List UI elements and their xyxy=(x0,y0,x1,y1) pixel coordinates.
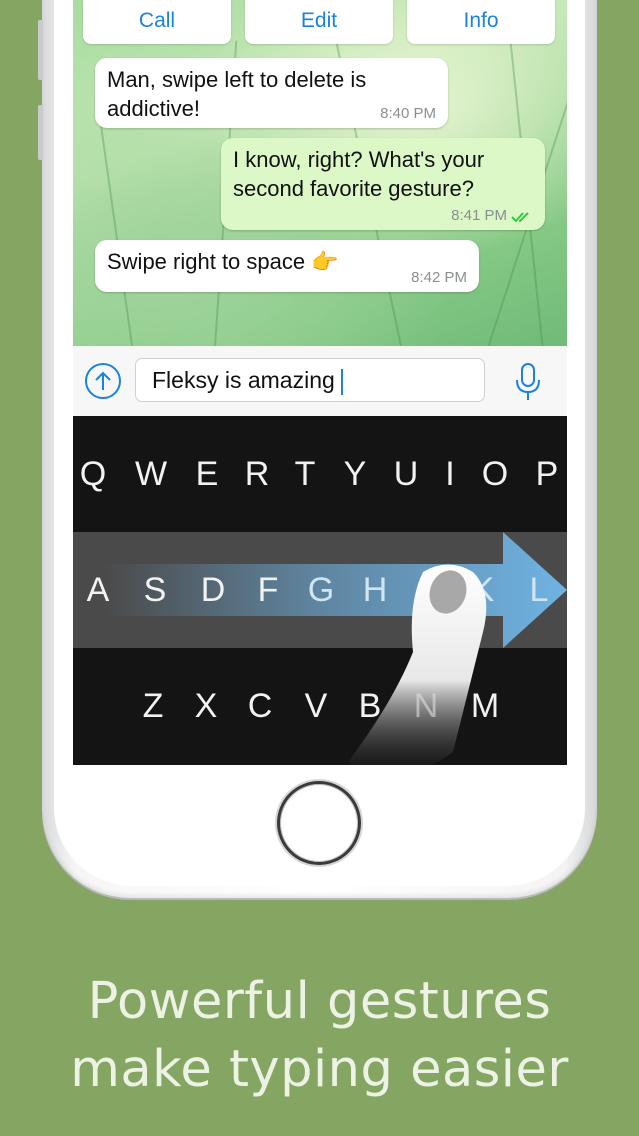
message-input[interactable]: Fleksy is amazing xyxy=(135,358,485,402)
message-text: Man, swipe left to delete is xyxy=(107,67,367,92)
key-d[interactable]: D xyxy=(193,532,233,648)
text-caret xyxy=(340,368,343,395)
info-button[interactable]: Info xyxy=(407,0,555,44)
keyboard-row-3: Z X C V B N M xyxy=(73,648,567,764)
double-check-icon xyxy=(511,212,529,223)
grass-decoration xyxy=(96,102,135,346)
key-b[interactable]: B xyxy=(350,648,390,764)
key-o[interactable]: O xyxy=(475,416,515,532)
home-button[interactable] xyxy=(277,781,361,865)
key-m[interactable]: M xyxy=(465,648,505,764)
key-y[interactable]: Y xyxy=(335,416,375,532)
key-r[interactable]: R xyxy=(237,416,277,532)
key-v[interactable]: V xyxy=(296,648,336,764)
composer-bar: Fleksy is amazing xyxy=(73,346,567,416)
keyboard-row-2: A S D F G H J K L xyxy=(73,532,567,648)
key-q[interactable]: Q xyxy=(73,416,113,532)
edit-button[interactable]: Edit xyxy=(245,0,393,44)
tagline-line-2: make typing easier xyxy=(70,1040,569,1099)
key-u[interactable]: U xyxy=(386,416,426,532)
keyboard-row-1: Q W E R T Y U I O P xyxy=(73,416,567,532)
key-k[interactable]: K xyxy=(463,532,503,648)
volume-button xyxy=(38,20,43,80)
message-time: 8:41 PM xyxy=(451,207,507,224)
key-s[interactable]: S xyxy=(135,532,175,648)
key-w[interactable]: W xyxy=(131,416,171,532)
key-p[interactable]: P xyxy=(527,416,567,532)
call-button[interactable]: Call xyxy=(83,0,231,44)
microphone-icon xyxy=(516,363,540,400)
key-l[interactable]: L xyxy=(519,532,559,648)
message-time: 8:40 PM xyxy=(380,105,436,122)
keyboard: Q W E R T Y U I O P A S D F G H J K L Z … xyxy=(73,416,567,765)
key-n[interactable]: N xyxy=(406,648,446,764)
message-text: second favorite gesture? xyxy=(233,176,474,201)
tagline-line-1: Powerful gestures xyxy=(87,972,552,1031)
upload-button[interactable] xyxy=(85,363,121,399)
tagline: Powerful gestures make typing easier xyxy=(0,968,639,1104)
key-i[interactable]: I xyxy=(430,416,470,532)
key-g[interactable]: G xyxy=(301,532,341,648)
message-incoming: Swipe right to space 👉 8:42 PM xyxy=(95,240,479,292)
microphone-button[interactable] xyxy=(513,362,543,402)
message-time: 8:42 PM xyxy=(411,269,467,286)
message-text: I know, right? What's your xyxy=(233,147,485,172)
key-h[interactable]: H xyxy=(355,532,395,648)
volume-button xyxy=(38,105,43,160)
key-x[interactable]: X xyxy=(186,648,226,764)
message-incoming: Man, swipe left to delete is addictive! … xyxy=(95,58,448,128)
key-a[interactable]: A xyxy=(78,532,118,648)
chat-area: Call Edit Info Man, swipe left to delete… xyxy=(73,0,567,346)
key-t[interactable]: T xyxy=(285,416,325,532)
arrow-up-circle-icon xyxy=(95,371,111,390)
phone-screen: Call Edit Info Man, swipe left to delete… xyxy=(73,0,567,765)
key-j[interactable]: J xyxy=(408,532,448,648)
key-f[interactable]: F xyxy=(248,532,288,648)
message-outgoing: I know, right? What's your second favori… xyxy=(221,138,545,230)
key-c[interactable]: C xyxy=(240,648,280,764)
message-input-value: Fleksy is amazing xyxy=(152,367,335,393)
key-z[interactable]: Z xyxy=(133,648,173,764)
key-e[interactable]: E xyxy=(187,416,227,532)
